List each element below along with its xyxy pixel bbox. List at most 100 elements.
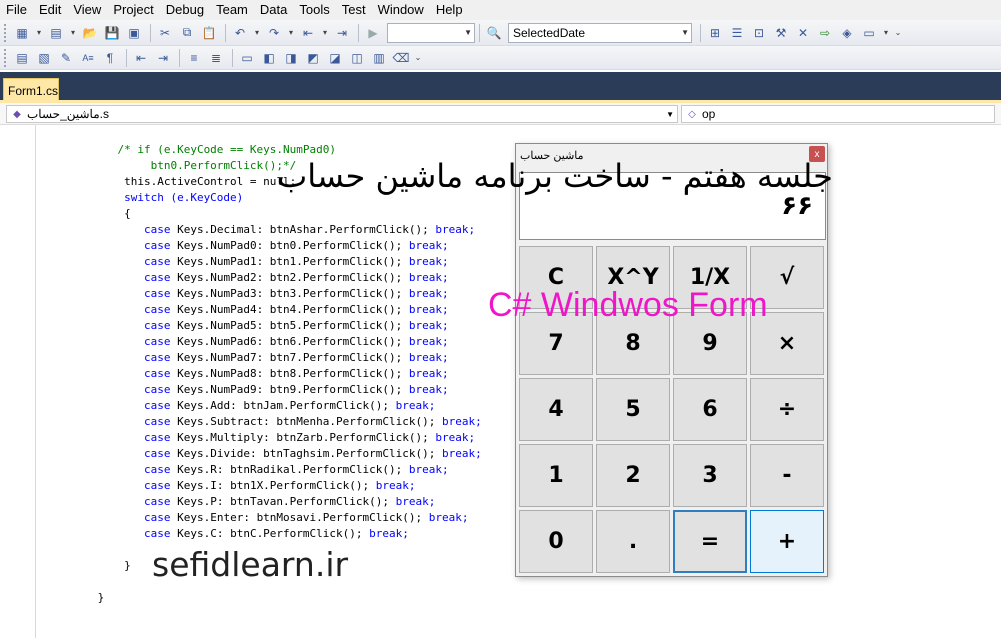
menu-item-help[interactable]: Help: [430, 0, 469, 20]
undo-icon[interactable]: ↶: [230, 24, 250, 42]
menu-item-debug[interactable]: Debug: [160, 0, 210, 20]
toolbar-grip[interactable]: [4, 48, 8, 67]
toolbox-icon[interactable]: ⚒: [771, 24, 791, 42]
navigate-forward-icon[interactable]: ⇥: [332, 24, 352, 42]
decrease-indent-icon[interactable]: ⇤: [131, 49, 151, 67]
redo-dropdown-icon[interactable]: ▾: [286, 24, 296, 42]
redo-icon[interactable]: ↷: [264, 24, 284, 42]
comment-lines-icon[interactable]: ≡: [184, 49, 204, 67]
next-bookmark-in-document-icon[interactable]: ▥: [369, 49, 389, 67]
keyword-case: case: [143, 383, 171, 396]
tools-icon[interactable]: ✕: [793, 24, 813, 42]
increase-indent-icon[interactable]: ⇥: [153, 49, 173, 67]
keyword-case: case: [143, 239, 171, 252]
code-statement: Keys.NumPad3: btn3.PerformClick();: [177, 287, 409, 300]
types-dropdown[interactable]: ◆ ماشین_حساب.s ▼: [6, 105, 678, 123]
calc-button-divide[interactable]: ÷: [750, 378, 824, 441]
start-debugging-icon[interactable]: ▶: [363, 24, 383, 42]
save-all-icon[interactable]: ▣: [124, 24, 144, 42]
navigate-dropdown-icon[interactable]: ▾: [320, 24, 330, 42]
menu-item-file[interactable]: File: [0, 0, 33, 20]
undo-dropdown-icon[interactable]: ▾: [252, 24, 262, 42]
command-window-icon[interactable]: ▭: [859, 24, 879, 42]
toolbar-separator: [225, 23, 226, 42]
calc-button-plus[interactable]: +: [750, 510, 824, 573]
toolbar-grip[interactable]: [4, 23, 8, 42]
new-project-icon[interactable]: ▦: [12, 24, 32, 42]
toolbar-separator: [150, 23, 151, 42]
document-tab-strip: Form1.cs: [0, 72, 1001, 102]
chevron-down-icon: ▼: [464, 28, 472, 37]
menu-item-window[interactable]: Window: [372, 0, 430, 20]
keyword-break: break;: [408, 351, 449, 364]
keyword-case: case: [143, 335, 171, 348]
open-file-icon[interactable]: 📂: [80, 24, 100, 42]
calc-button-equals[interactable]: =: [673, 510, 747, 573]
uncomment-lines-icon[interactable]: ≣: [206, 49, 226, 67]
find-icon[interactable]: 🔍: [484, 24, 504, 42]
display-word-completion-icon[interactable]: A≡: [78, 49, 98, 67]
calc-button-decimal[interactable]: .: [596, 510, 670, 573]
copy-icon[interactable]: ⧉: [177, 24, 197, 42]
property-combo[interactable]: SelectedDate ▼: [508, 22, 692, 43]
display-quick-info-icon[interactable]: ✎: [56, 49, 76, 67]
calc-button-six[interactable]: 6: [673, 378, 747, 441]
command-window-dropdown-icon[interactable]: ▾: [881, 24, 891, 42]
calc-button-minus[interactable]: -: [750, 444, 824, 507]
calc-button-three[interactable]: 3: [673, 444, 747, 507]
display-parameter-info-icon[interactable]: ▧: [34, 49, 54, 67]
previous-bookmark-icon[interactable]: ◧: [259, 49, 279, 67]
navigate-icon[interactable]: ⇤: [298, 24, 318, 42]
code-line: case Keys.NumPad4: btn4.PerformClick(); …: [38, 302, 482, 318]
code-statement: Keys.NumPad4: btn4.PerformClick();: [177, 303, 409, 316]
next-bookmark-in-folder-icon[interactable]: ◪: [325, 49, 345, 67]
display-object-member-list-icon[interactable]: ▤: [12, 49, 32, 67]
start-page-icon[interactable]: ⇨: [815, 24, 835, 42]
calc-button-one[interactable]: 1: [519, 444, 593, 507]
menu-item-tools[interactable]: Tools: [293, 0, 335, 20]
menu-item-view[interactable]: View: [67, 0, 107, 20]
calc-button-two[interactable]: 2: [596, 444, 670, 507]
menu-item-team[interactable]: Team: [210, 0, 254, 20]
solution-explorer-icon[interactable]: ⊞: [705, 24, 725, 42]
menu-item-data[interactable]: Data: [254, 0, 293, 20]
solution-configuration-combo[interactable]: ▼: [387, 22, 475, 43]
paste-icon[interactable]: 📋: [199, 24, 219, 42]
members-dropdown[interactable]: ◇ op: [681, 105, 995, 123]
toolbar-overflow-icon[interactable]: ⌄: [893, 24, 903, 42]
toggle-comment-icon[interactable]: ¶: [100, 49, 120, 67]
toolbar-separator: [479, 23, 480, 42]
calc-button-four[interactable]: 4: [519, 378, 593, 441]
add-item-icon[interactable]: ▤: [46, 24, 66, 42]
add-item-dropdown-icon[interactable]: ▾: [68, 24, 78, 42]
keyword-break: break;: [408, 303, 449, 316]
menu-item-edit[interactable]: Edit: [33, 0, 67, 20]
cut-icon[interactable]: ✂: [155, 24, 175, 42]
keyword-break: break;: [435, 431, 476, 444]
code-statement: }: [38, 591, 105, 604]
previous-bookmark-in-document-icon[interactable]: ◫: [347, 49, 367, 67]
properties-icon[interactable]: ☰: [727, 24, 747, 42]
code-text[interactable]: /* if (e.KeyCode == Keys.NumPad0) btn0.P…: [38, 142, 482, 606]
object-browser-icon[interactable]: ⊡: [749, 24, 769, 42]
tab-form1-cs[interactable]: Form1.cs: [3, 78, 59, 102]
extension-manager-icon[interactable]: ◈: [837, 24, 857, 42]
menu-item-project[interactable]: Project: [107, 0, 159, 20]
text-editor-toolbar: ▤ ▧ ✎ A≡ ¶ ⇤ ⇥ ≡ ≣ ▭ ◧ ◨ ◩ ◪ ◫ ▥ ⌫ ⌄: [0, 46, 1001, 70]
code-editor[interactable]: /* if (e.KeyCode == Keys.NumPad0) btn0.P…: [0, 125, 1001, 638]
menu-item-test[interactable]: Test: [336, 0, 372, 20]
calc-button-five[interactable]: 5: [596, 378, 670, 441]
code-line: case Keys.NumPad3: btn3.PerformClick(); …: [38, 286, 482, 302]
types-dropdown-value: ماشین_حساب.s: [27, 107, 109, 121]
toggle-bookmark-icon[interactable]: ▭: [237, 49, 257, 67]
toolbar-overflow-icon[interactable]: ⌄: [413, 49, 423, 67]
next-bookmark-icon[interactable]: ◨: [281, 49, 301, 67]
previous-bookmark-in-folder-icon[interactable]: ◩: [303, 49, 323, 67]
calc-button-zero[interactable]: 0: [519, 510, 593, 573]
save-icon[interactable]: 💾: [102, 24, 122, 42]
new-project-dropdown-icon[interactable]: ▾: [34, 24, 44, 42]
clear-bookmarks-icon[interactable]: ⌫: [391, 49, 411, 67]
keyword-break: break;: [435, 223, 476, 236]
keyword-break: break;: [369, 527, 409, 540]
keyword-break: break;: [408, 239, 449, 252]
